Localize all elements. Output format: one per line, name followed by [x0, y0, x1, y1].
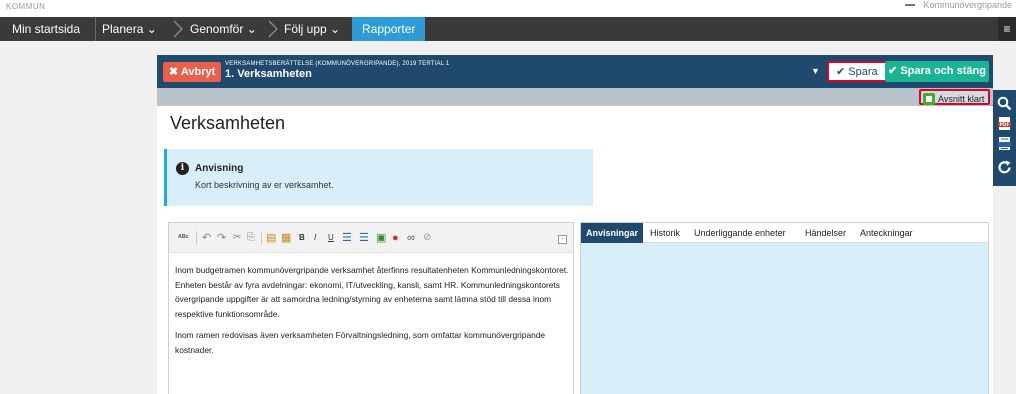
unit-selector[interactable]: Kommunövergripande: [905, 0, 1012, 10]
spellcheck-icon[interactable]: ᴬᴮᶜ: [178, 233, 189, 243]
section-status-bar: Avsnitt klart: [157, 88, 993, 106]
tab-historik[interactable]: Historik: [650, 223, 680, 243]
editor-paragraph: Inom ramen redovisas även verksamheten F…: [175, 330, 546, 355]
toolbar-divider: [261, 231, 262, 245]
org-name: KOMMUN: [6, 2, 46, 11]
nav-divider: [95, 17, 96, 41]
user-icon[interactable]: ●: [392, 233, 399, 244]
image-icon[interactable]: ▣: [376, 233, 386, 244]
hamburger-menu-icon[interactable]: ≡: [998, 17, 1016, 41]
cancel-button[interactable]: ✖ Avbryt: [163, 62, 222, 82]
underline-icon[interactable]: U: [328, 233, 334, 243]
nav-rapporter[interactable]: Rapporter: [352, 17, 426, 41]
refresh-icon[interactable]: [997, 160, 1012, 175]
tab-underliggande-enheter[interactable]: Underliggande enheter: [694, 223, 786, 243]
top-strip: KOMMUN Kommunövergripande: [0, 0, 1016, 17]
section-title: 1. Verksamheten: [225, 68, 312, 80]
report-subtitle: VERKSAMHETSBERÄTTELSE (KOMMUNÖVERGRIPAND…: [225, 61, 450, 67]
breadcrumb-arrow-icon: [173, 20, 183, 38]
breadcrumb-arrow-icon: [268, 20, 278, 38]
undo-icon[interactable]: ↶: [202, 233, 211, 244]
italic-icon[interactable]: I: [314, 233, 316, 243]
tool-sidebar: PDF: [993, 90, 1016, 186]
left-margin: [0, 41, 157, 394]
main-content: Verksamheten i Anvisning Kort beskrivnin…: [157, 106, 993, 394]
copy-icon[interactable]: ⎘: [247, 233, 255, 243]
instruction-text: Kort beskrivning av er verksamhet.: [195, 180, 334, 190]
pdf-icon[interactable]: PDF: [997, 116, 1012, 131]
nav-folj-upp[interactable]: Följ upp ⌄: [284, 17, 340, 41]
instruction-title: Anvisning: [195, 163, 244, 174]
search-icon[interactable]: [997, 96, 1012, 111]
save-and-close-button[interactable]: ✔ Spara och stäng: [885, 61, 989, 82]
main-navbar: Min startsida Planera ⌄ Genomför ⌄ Följ …: [0, 17, 1016, 41]
save-button[interactable]: ✔ Spara: [827, 61, 887, 82]
side-panel-tabs: Anvisningar Historik Underliggande enhet…: [581, 223, 988, 243]
editor-paragraph: Inom budgetramen kommunövergripande verk…: [175, 265, 569, 319]
section-dropdown-caret-icon[interactable]: ▼: [811, 66, 820, 76]
tab-anvisningar[interactable]: Anvisningar: [581, 223, 644, 243]
nav-planera[interactable]: Planera ⌄: [102, 17, 157, 41]
bold-icon[interactable]: B: [299, 233, 305, 243]
page-title: Verksamheten: [170, 113, 286, 133]
bulleted-list-icon[interactable]: ☰: [359, 233, 369, 244]
word-document-icon[interactable]: [997, 136, 1012, 151]
instruction-box: i Anvisning Kort beskrivning av er verks…: [164, 149, 593, 206]
redo-icon[interactable]: ↷: [217, 233, 226, 244]
nav-genomfor[interactable]: Genomför ⌄: [190, 17, 257, 41]
cut-icon[interactable]: ✂: [233, 233, 241, 243]
link-icon[interactable]: ∞: [407, 233, 415, 244]
unit-name: Kommunövergripande: [923, 0, 1012, 10]
nav-start-page[interactable]: Min startsida: [12, 17, 80, 41]
form-header: ✖ Avbryt VERKSAMHETSBERÄTTELSE (KOMMUNÖV…: [157, 55, 993, 88]
numbered-list-icon[interactable]: ☰: [342, 233, 352, 244]
info-icon: i: [176, 162, 189, 175]
tab-anteckningar[interactable]: Anteckningar: [860, 223, 913, 243]
collapse-toolbar-button[interactable]: -: [558, 235, 567, 244]
rich-text-editor[interactable]: ᴬᴮᶜ ↶ ↷ ✂ ⎘ ▤ ▦ B I U ☰ ☰ ▣ ● ∞ ⊘ - Inom…: [168, 222, 574, 394]
svg-text:PDF: PDF: [999, 122, 1009, 128]
editor-toolbar: ᴬᴮᶜ ↶ ↷ ✂ ⎘ ▤ ▦ B I U ☰ ☰ ▣ ● ∞ ⊘ -: [169, 223, 573, 253]
editor-body[interactable]: Inom budgetramen kommunövergripande verk…: [175, 263, 571, 365]
side-panel: Anvisningar Historik Underliggande enhet…: [580, 222, 989, 394]
toolbar-divider: [196, 231, 197, 245]
grid-icon: [905, 4, 916, 7]
paste-text-icon[interactable]: ▦: [281, 233, 291, 244]
unlink-icon[interactable]: ⊘: [423, 233, 431, 243]
paste-icon[interactable]: ▤: [266, 233, 276, 244]
tab-handelser[interactable]: Händelser: [805, 223, 846, 243]
